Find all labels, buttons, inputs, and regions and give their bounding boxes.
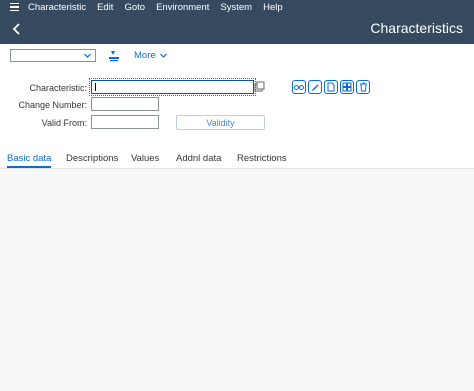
document-icon (327, 82, 335, 92)
menu-item-help[interactable]: Help (263, 2, 283, 13)
command-field-dropdown[interactable] (10, 49, 96, 62)
tab-basic-data[interactable]: Basic data (7, 153, 52, 168)
display-button[interactable] (292, 80, 306, 94)
hamburger-menu-icon[interactable] (6, 2, 22, 12)
change-number-label: Change Number: (18, 100, 87, 110)
more-label: More (134, 50, 156, 61)
more-button[interactable]: More (134, 50, 168, 61)
tab-values[interactable]: Values (131, 153, 159, 164)
menu-bar: Characteristic Edit Goto Environment Sys… (0, 0, 474, 14)
back-arrow-icon[interactable] (10, 21, 24, 37)
characteristic-input[interactable] (89, 78, 256, 96)
text-cursor (95, 83, 96, 91)
tab-content-area (0, 169, 474, 391)
validity-label: Validity (206, 117, 235, 128)
tab-restrictions[interactable]: Restrictions (237, 153, 287, 164)
valid-from-input[interactable] (91, 115, 159, 129)
copy-button[interactable] (340, 80, 354, 94)
value-help-icon[interactable] (254, 81, 265, 93)
trash-icon (359, 82, 367, 92)
menu-item-characteristic[interactable]: Characteristic (28, 2, 86, 13)
copy-icon (342, 82, 352, 92)
chevron-down-icon (84, 53, 91, 58)
menu-item-environment[interactable]: Environment (156, 2, 209, 13)
menu-item-goto[interactable]: Goto (124, 2, 145, 13)
glasses-icon (294, 85, 304, 90)
tab-strip: Basic data Descriptions Values Addnl dat… (0, 150, 474, 169)
change-number-input[interactable] (91, 97, 159, 111)
toolbar: More (0, 44, 474, 71)
characteristic-label: Characteristic: (29, 83, 87, 93)
pencil-icon (311, 84, 318, 91)
validity-button[interactable]: Validity (176, 115, 265, 130)
page-title: Characteristics (370, 20, 463, 36)
menu-item-system[interactable]: System (220, 2, 252, 13)
chevron-down-icon (159, 53, 167, 58)
title-bar: Characteristics (0, 14, 474, 44)
menu-item-edit[interactable]: Edit (97, 2, 113, 13)
create-button[interactable] (324, 80, 338, 94)
change-button[interactable] (308, 80, 322, 94)
other-characteristic-icon[interactable] (108, 50, 120, 62)
tab-descriptions[interactable]: Descriptions (66, 153, 118, 164)
valid-from-label: Valid From: (41, 118, 87, 128)
tab-addnl-data[interactable]: Addnl data (176, 153, 221, 164)
delete-button[interactable] (356, 80, 370, 94)
